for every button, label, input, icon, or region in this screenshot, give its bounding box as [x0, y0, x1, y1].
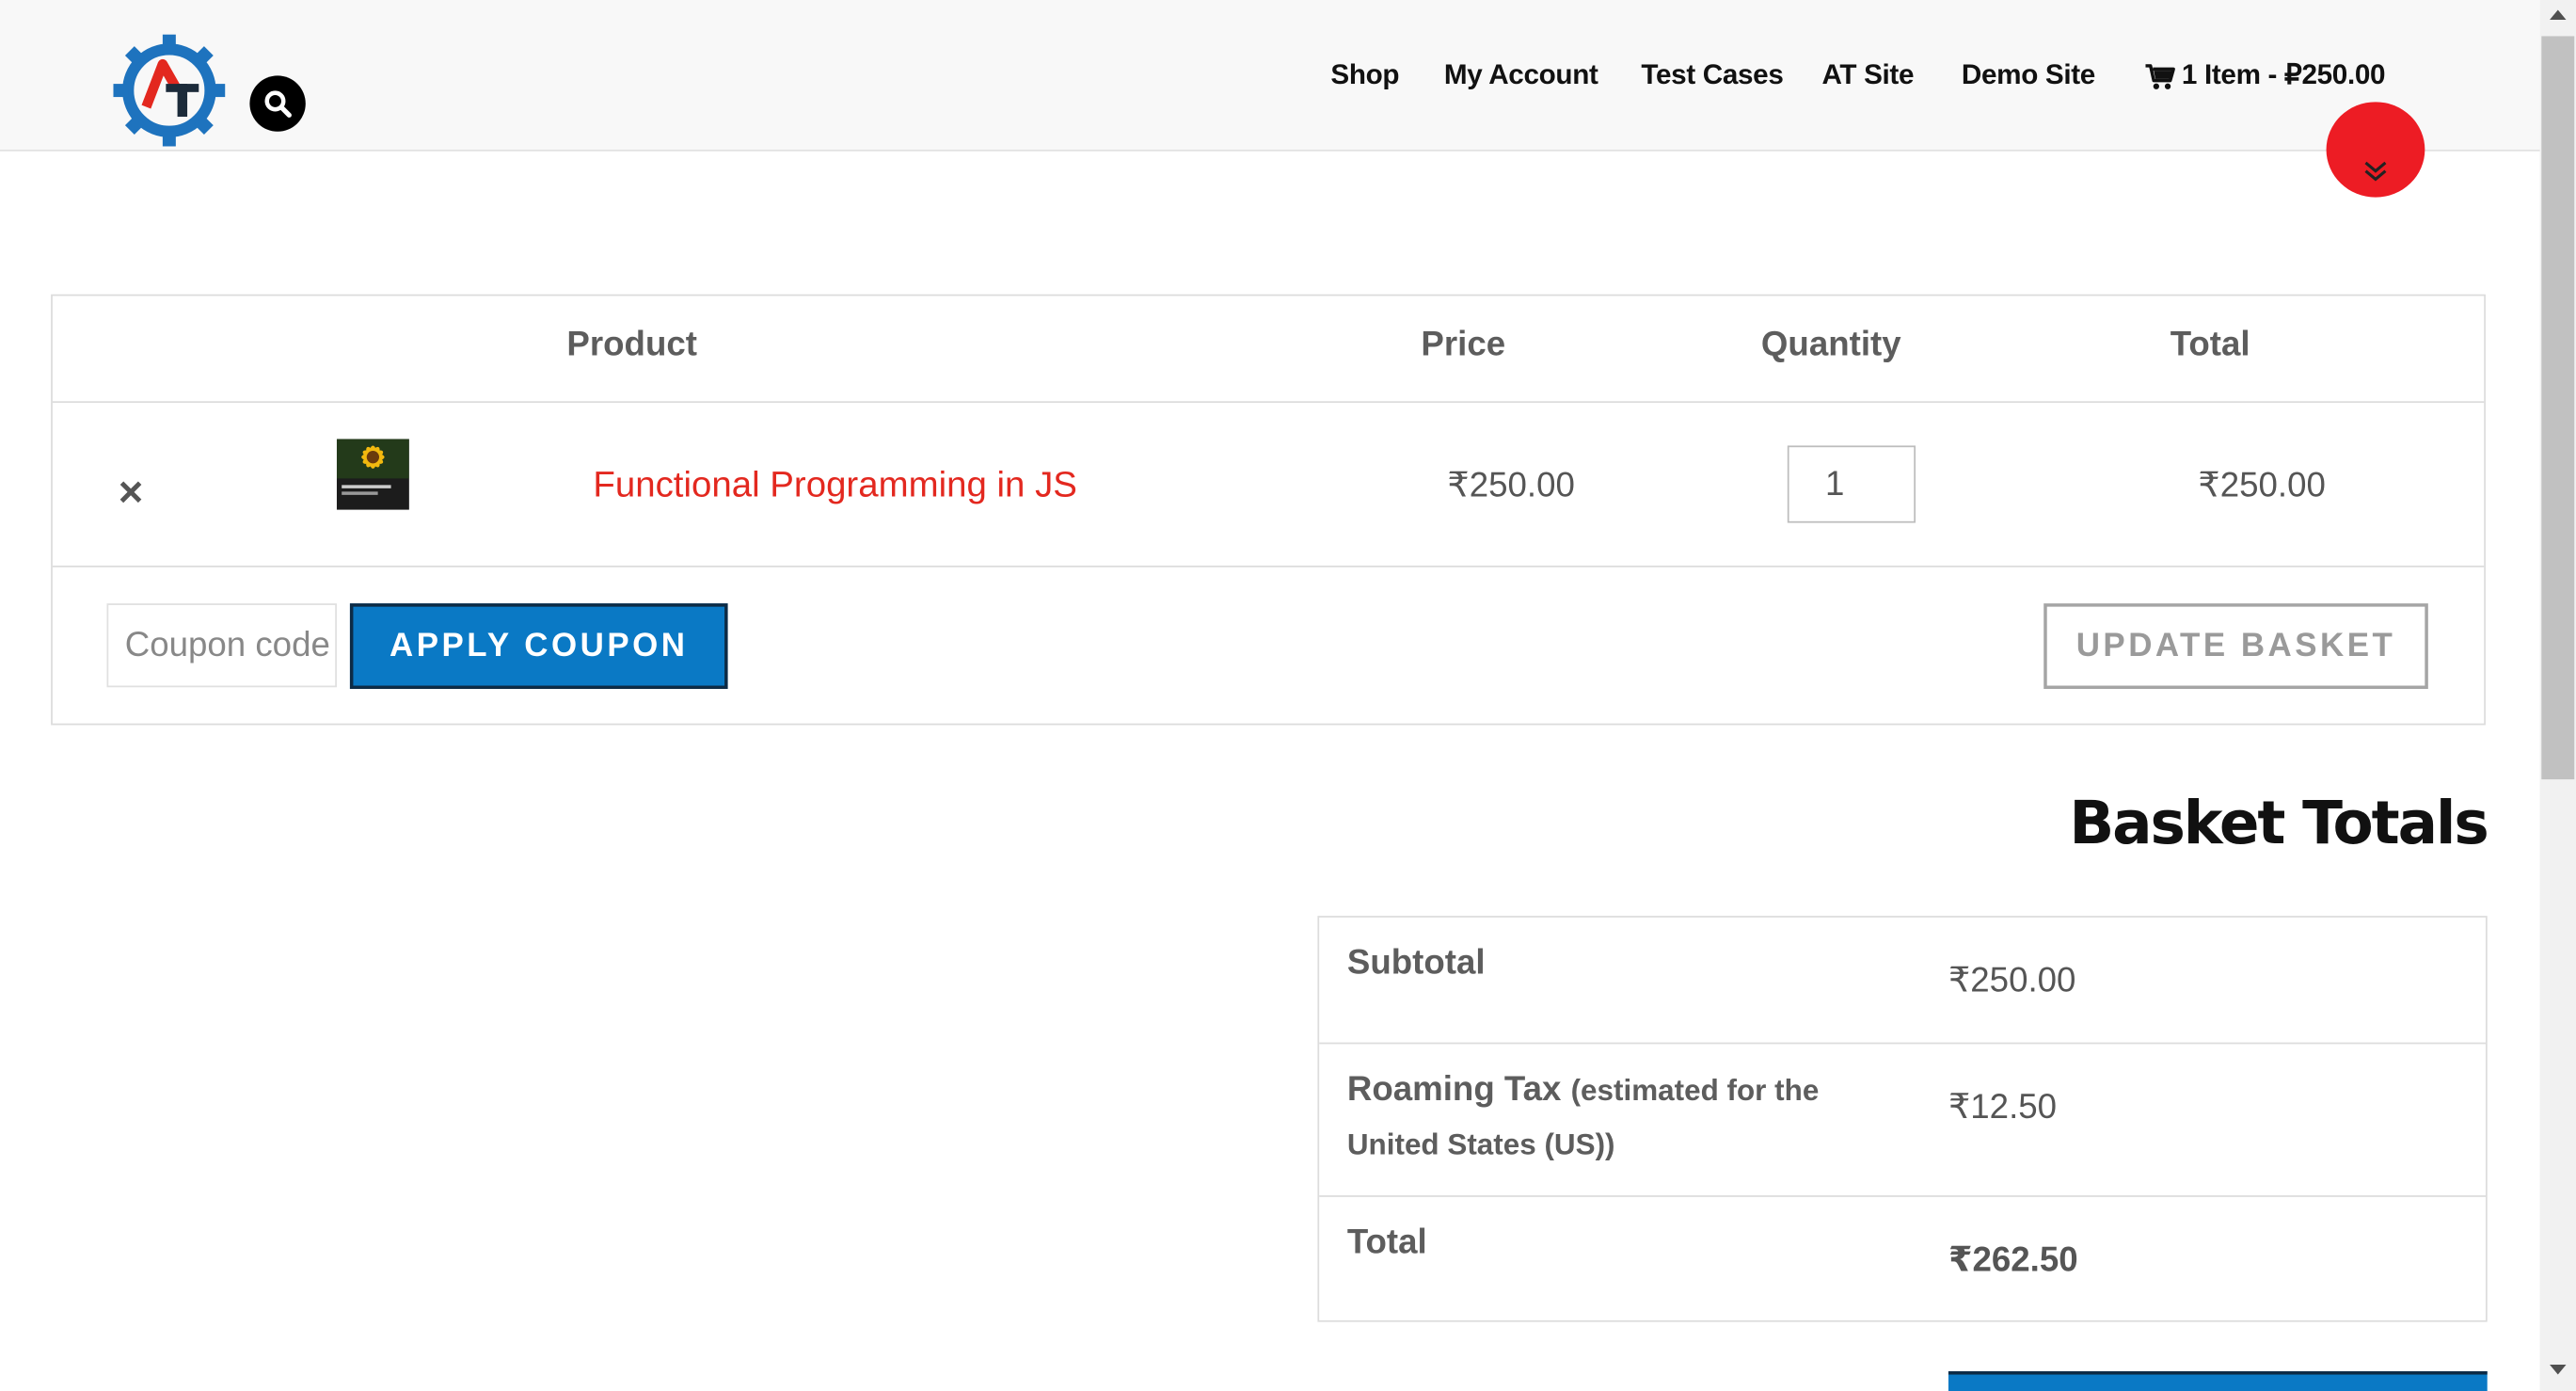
basket-totals-title: Basket Totals [2069, 791, 2489, 858]
nav-test-cases[interactable]: Test Cases [1641, 59, 1783, 92]
tax-note-line2: United States (US)) [1346, 1127, 1615, 1161]
chevron-double-down-icon [2364, 161, 2387, 182]
quantity-input[interactable] [1787, 445, 1916, 523]
tax-label-text: Roaming Tax [1346, 1070, 1562, 1109]
scroll-up-arrow-icon[interactable] [2550, 9, 2567, 20]
nav-demo-site[interactable]: Demo Site [1962, 59, 2095, 92]
header-product: Product [566, 325, 697, 364]
coupon-code-input[interactable] [106, 603, 337, 688]
page: Shop My Account Test Cases AT Site Demo … [0, 0, 2576, 1391]
divider [1319, 1042, 2486, 1045]
remove-icon[interactable]: × [119, 467, 144, 518]
nav-my-account[interactable]: My Account [1444, 59, 1598, 92]
divider [1319, 1195, 2486, 1197]
divider [52, 565, 2485, 568]
tax-value: ₹12.50 [1948, 1088, 2058, 1127]
site-header: Shop My Account Test Cases AT Site Demo … [0, 0, 2540, 152]
cart-summary: 1 Item - ₽250.00 [2181, 58, 2386, 91]
cart-icon [2145, 64, 2175, 89]
product-subtotal: ₹250.00 [2198, 467, 2326, 505]
main-nav: Shop My Account Test Cases AT Site Demo … [0, 59, 2540, 102]
apply-coupon-button[interactable]: APPLY COUPON [349, 603, 728, 690]
cart-table: Product Price Quantity Total × Functiona… [51, 294, 2486, 726]
scrollbar-thumb[interactable] [2541, 36, 2575, 780]
nav-shop[interactable]: Shop [1330, 59, 1399, 92]
proceed-to-checkout-button[interactable] [1948, 1371, 2488, 1391]
update-basket-button[interactable]: UPDATE BASKET [2043, 603, 2428, 690]
tax-note: (estimated for the [1570, 1073, 1820, 1107]
subtotal-label: Subtotal [1346, 943, 1486, 982]
total-label: Total [1346, 1223, 1427, 1261]
header-quantity: Quantity [1760, 325, 1901, 364]
scrollbar[interactable] [2539, 0, 2576, 1391]
product-price: ₹250.00 [1447, 467, 1575, 505]
total-value: ₹262.50 [1948, 1241, 2078, 1280]
tax-label: Roaming Tax (estimated for the [1347, 1070, 1819, 1110]
scroll-down-arrow-icon[interactable] [2550, 1365, 2567, 1375]
nav-at-site[interactable]: AT Site [1822, 59, 1915, 92]
product-thumbnail[interactable] [336, 439, 409, 510]
header-price: Price [1421, 325, 1506, 364]
scroll-down-button[interactable] [2326, 102, 2425, 198]
basket-totals-table: Subtotal ₹250.00 Roaming Tax (estimated … [1317, 916, 2488, 1322]
sunflower-image [336, 439, 409, 510]
product-name-link[interactable]: Functional Programming in JS [593, 464, 1077, 506]
header-total: Total [2170, 325, 2250, 364]
divider [52, 401, 2485, 404]
subtotal-value: ₹250.00 [1948, 962, 2076, 1000]
nav-cart[interactable]: 1 Item - ₽250.00 [2145, 58, 2386, 92]
